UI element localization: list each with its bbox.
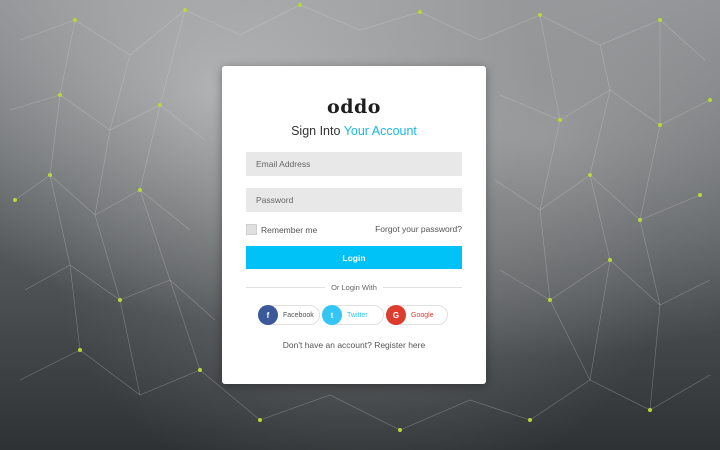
login-button[interactable]: Login: [246, 246, 462, 269]
remember-me[interactable]: Remember me: [246, 224, 317, 235]
password-field[interactable]: [246, 188, 462, 212]
divider-label: Or Login With: [331, 282, 377, 292]
register-question: Don't have an account?: [282, 340, 372, 350]
email-field[interactable]: [246, 152, 462, 176]
social-login-group: f Facebook t Twitter G Google: [258, 305, 452, 327]
twitter-label: Twitter: [347, 311, 368, 319]
brand-logo: oddo: [327, 96, 381, 118]
remember-label: Remember me: [261, 224, 318, 235]
twitter-icon: t: [322, 305, 342, 325]
facebook-login-button[interactable]: f Facebook: [258, 305, 320, 325]
remember-checkbox[interactable]: [246, 224, 257, 235]
google-icon: G: [386, 305, 406, 325]
login-card: oddo Sign Into Your Account Remember me …: [222, 66, 486, 384]
google-login-button[interactable]: G Google: [386, 305, 448, 325]
forgot-password-link[interactable]: Forgot your password?: [375, 224, 462, 234]
google-label: Google: [411, 311, 434, 319]
register-prompt: Don't have an account? Register here: [222, 340, 486, 350]
title-accent: Your Account: [343, 124, 417, 138]
facebook-label: Facebook: [283, 311, 314, 319]
register-link[interactable]: Register here: [374, 340, 425, 350]
twitter-login-button[interactable]: t Twitter: [322, 305, 384, 325]
divider-line-left: [246, 286, 326, 288]
page-title: Sign Into Your Account: [222, 124, 486, 138]
divider-line-right: [382, 286, 463, 288]
title-prefix: Sign Into: [291, 124, 341, 138]
social-divider: Or Login With: [246, 282, 463, 292]
facebook-icon: f: [258, 305, 278, 325]
